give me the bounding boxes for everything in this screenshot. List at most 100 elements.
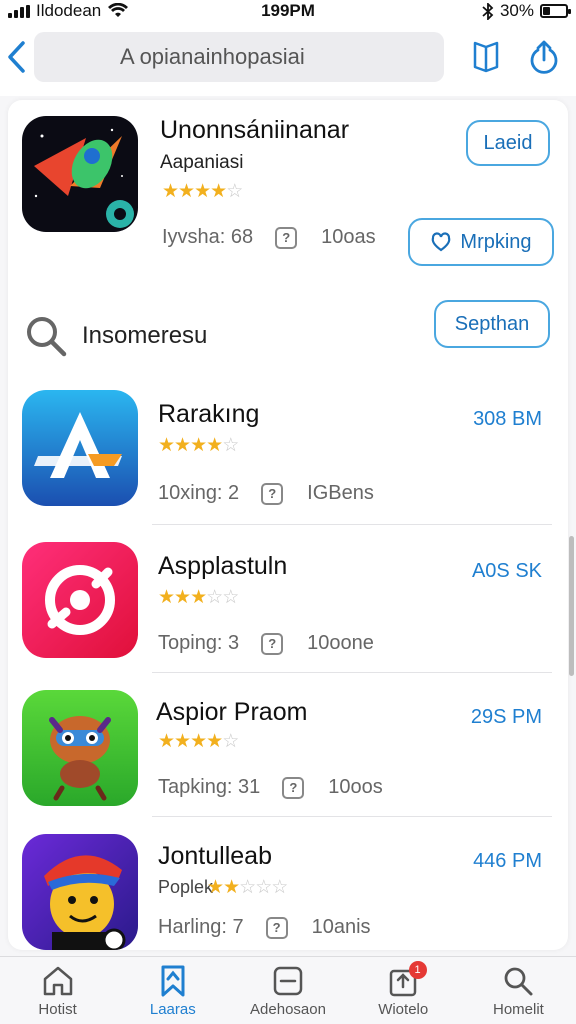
star-filled-icon: ★	[158, 731, 175, 752]
info-icon: ?	[275, 226, 298, 249]
star-filled-icon: ★	[190, 731, 207, 752]
tab-bar: Hotist Laaras Adehosaon 1 Wiotelo Homeli…	[0, 956, 576, 1024]
app-name-3[interactable]: Jontulleab	[158, 842, 272, 871]
featured-get-button[interactable]: Laeid	[466, 120, 550, 166]
star-filled-icon: ★	[158, 587, 175, 608]
divider	[152, 816, 552, 817]
tab-bookmarks[interactable]: Laaras	[115, 957, 230, 1024]
app-meta-label-2: Tapking: 31	[158, 776, 261, 798]
app-stars-0: ★★★★☆	[158, 434, 239, 457]
star-empty-icon: ☆	[206, 587, 223, 608]
featured-app-name[interactable]: Unonnsániinanar	[160, 116, 349, 145]
tab-label-updates: Wiotelo	[378, 1001, 429, 1018]
tab-label-search: Homelit	[492, 1001, 544, 1018]
star-filled-icon: ★	[207, 877, 224, 898]
star-filled-icon: ★	[174, 435, 191, 456]
app-icon-2[interactable]	[22, 690, 138, 806]
app-size-3: 446 PM	[473, 850, 542, 872]
star-empty-icon: ☆	[222, 731, 239, 752]
battery-icon	[540, 4, 571, 18]
back-button[interactable]	[2, 40, 32, 74]
search-field[interactable]: A opianainhopasiai	[34, 32, 444, 82]
app-meta-1: Toping: 3 ? 10oone	[158, 632, 374, 655]
divider	[152, 524, 552, 525]
star-filled-icon: ★	[206, 731, 223, 752]
app-meta-size-3: 10anis	[311, 916, 371, 938]
status-left: Ildodean	[8, 1, 129, 21]
status-bar: Ildodean 199PM 30%	[0, 0, 576, 22]
bluetooth-icon	[482, 2, 494, 20]
share-button[interactable]	[524, 37, 564, 77]
app-meta-2: Tapking: 31 ? 10oos	[158, 776, 383, 799]
app-icon-3[interactable]	[22, 834, 138, 950]
heart-outline-icon	[432, 232, 451, 252]
home-icon	[43, 966, 72, 996]
app-size-2: 29S PM	[470, 706, 542, 728]
featured-rating-stars: ★★★★☆	[162, 180, 243, 203]
star-empty-icon: ☆	[239, 877, 256, 898]
search-section-button[interactable]: Septhan	[434, 300, 550, 348]
info-icon: ?	[261, 632, 284, 655]
star-filled-icon: ★	[190, 587, 207, 608]
star-filled-icon: ★	[223, 877, 240, 898]
bookmark-icon	[161, 965, 185, 997]
results-card: Unonnsániinanar Aapaniasi ★★★★☆ Iyvsha: …	[8, 100, 568, 950]
scrollbar[interactable]	[569, 536, 574, 676]
book-icon	[473, 41, 499, 73]
tab-label-bookmarks: Laaras	[149, 1001, 196, 1018]
app-icon-1[interactable]	[22, 542, 138, 658]
tab-adehosaon[interactable]: Adehosaon	[230, 957, 345, 1024]
status-right: 30%	[482, 1, 571, 21]
featured-app-icon[interactable]	[22, 116, 138, 232]
tab-label-adehosaon: Adehosaon	[250, 1001, 326, 1018]
app-meta-0: 10xing: 2 ? IGBens	[158, 482, 374, 505]
tab-updates[interactable]: 1 Wiotelo	[346, 957, 461, 1024]
star-filled-icon: ★	[162, 181, 179, 202]
info-icon: ?	[261, 482, 284, 505]
star-empty-icon: ☆	[255, 877, 272, 898]
star-empty-icon: ☆	[222, 435, 239, 456]
search-section-label: Insomeresu	[82, 322, 208, 349]
search-icon	[505, 967, 533, 996]
app-meta-size-1: 10oone	[307, 632, 374, 654]
app-icon-0[interactable]	[22, 390, 138, 506]
divider	[152, 672, 552, 673]
tab-home[interactable]: Hotist	[0, 957, 115, 1024]
star-filled-icon: ★	[194, 181, 211, 202]
app-name-2[interactable]: Aspior Praom	[156, 698, 307, 727]
star-filled-icon: ★	[206, 435, 223, 456]
search-icon	[27, 317, 67, 357]
search-section: Insomeresu	[24, 314, 207, 358]
app-size-1: A0S SK	[471, 560, 542, 582]
star-filled-icon: ★	[210, 181, 227, 202]
wifi-icon	[108, 3, 129, 17]
featured-marking-button[interactable]: Mrpking	[408, 218, 554, 266]
app-stars-1: ★★★☆☆	[158, 586, 239, 609]
featured-meta-size: 10oas	[321, 226, 376, 248]
search-section-button-label: Septhan	[454, 312, 530, 335]
app-name-1[interactable]: Aspplastuln	[158, 552, 287, 581]
nav-bar: A opianainhopasiai	[0, 26, 576, 88]
content-area: Unonnsániinanar Aapaniasi ★★★★☆ Iyvsha: …	[0, 96, 576, 956]
info-icon: ?	[265, 916, 288, 939]
tab-search[interactable]: Homelit	[461, 957, 576, 1024]
search-field-text: A opianainhopasiai	[120, 44, 305, 69]
star-filled-icon: ★	[178, 181, 195, 202]
app-subtitle-3: Poplek	[158, 877, 214, 897]
book-button[interactable]	[466, 37, 506, 77]
star-empty-icon: ☆	[222, 587, 239, 608]
battery-percent: 30%	[499, 1, 534, 20]
share-icon	[530, 40, 558, 74]
app-meta-size-0: IGBens	[307, 482, 374, 504]
updates-badge: 1	[408, 961, 427, 979]
info-icon: ?	[282, 776, 305, 799]
star-filled-icon: ★	[174, 587, 191, 608]
star-filled-icon: ★	[174, 731, 191, 752]
app-stars-3-icons: ★★☆☆☆	[207, 876, 288, 899]
star-empty-icon: ☆	[226, 181, 243, 202]
featured-marking-label: Mrpking	[460, 230, 532, 253]
star-empty-icon: ☆	[271, 877, 288, 898]
app-meta-3: Harling: 7 ? 10anis	[158, 916, 371, 939]
app-name-0[interactable]: Rarakıng	[158, 400, 259, 429]
app-meta-label-3: Harling: 7	[158, 916, 244, 938]
